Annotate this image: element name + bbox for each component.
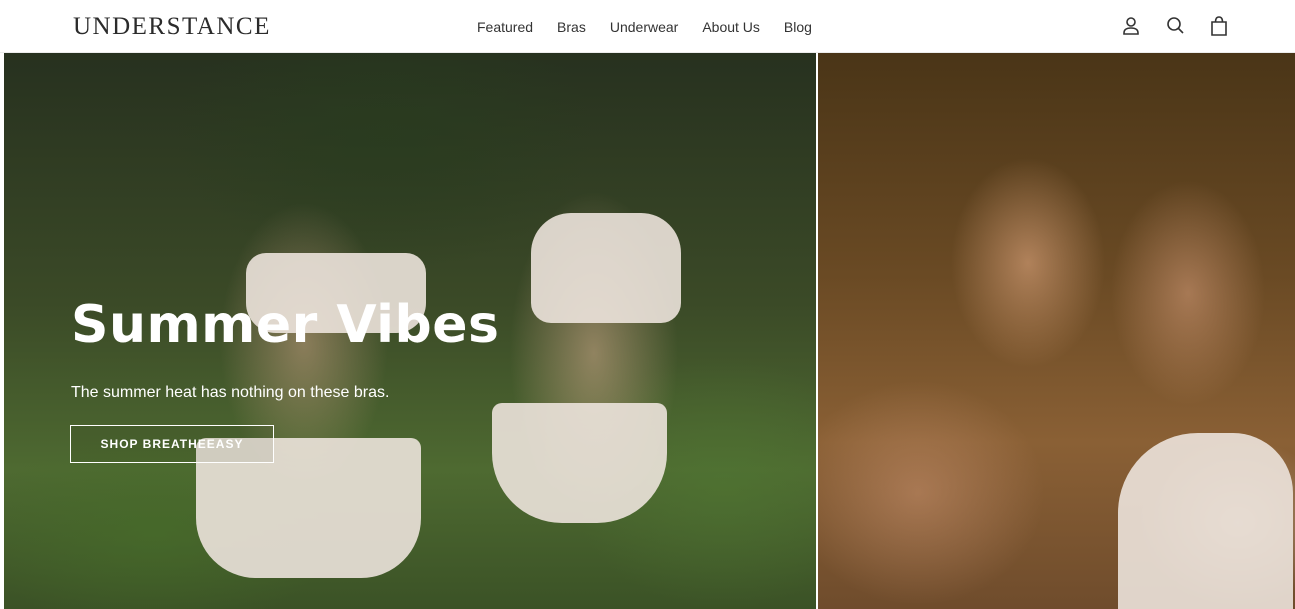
nav-bras[interactable]: Bras (557, 17, 586, 37)
site-header: UNDERSTANCE Featured Bras Underwear Abou… (0, 0, 1295, 53)
hero-subline: The summer heat has nothing on these bra… (71, 384, 390, 401)
nav-blog[interactable]: Blog (784, 17, 812, 37)
garment-top (1118, 433, 1293, 609)
account-icon[interactable] (1121, 15, 1141, 37)
shop-breatheeasy-button[interactable]: SHOP BREATHEEASY (70, 425, 274, 463)
logo[interactable]: UNDERSTANCE (73, 12, 271, 42)
header-icons (1121, 15, 1229, 37)
cart-icon[interactable] (1209, 15, 1229, 37)
hero-banner: Summer Vibes The summer heat has nothing… (4, 53, 1295, 609)
main-nav: Featured Bras Underwear About Us Blog (477, 17, 836, 37)
nav-about-us[interactable]: About Us (702, 17, 760, 37)
nav-underwear[interactable]: Underwear (610, 17, 678, 37)
hero-photo-right (818, 53, 1295, 609)
garment-bra-front (531, 213, 681, 323)
search-icon[interactable] (1165, 15, 1185, 37)
hero-headline: Summer Vibes (71, 295, 500, 355)
nav-featured[interactable]: Featured (477, 17, 533, 37)
garment-brief-front (492, 403, 667, 523)
